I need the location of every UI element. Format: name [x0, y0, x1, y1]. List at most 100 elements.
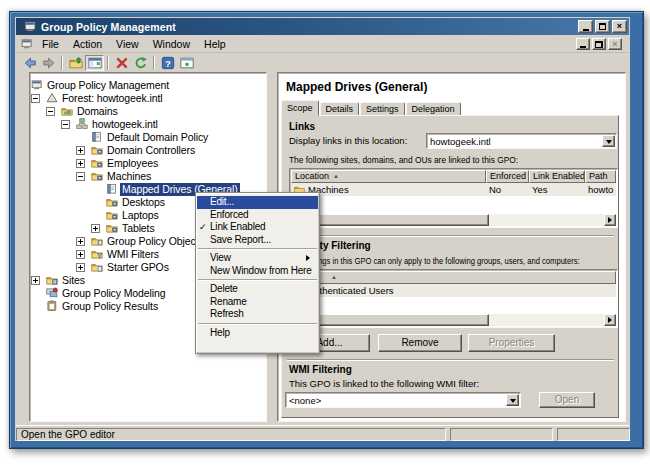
tree-item-label[interactable]: Laptops	[120, 209, 161, 222]
wmi-filter-combobox[interactable]: <none>	[285, 392, 521, 408]
tree-item-label[interactable]: Desktops	[120, 196, 167, 209]
remove-button[interactable]: Remove	[378, 334, 462, 352]
tree-expander-plus[interactable]	[76, 263, 85, 272]
column-header-location[interactable]: Location▲	[291, 170, 486, 183]
column-header-enforced[interactable]: Enforced	[486, 170, 529, 183]
scroll-right-button[interactable]	[604, 314, 616, 326]
tab-details[interactable]: Details	[320, 102, 360, 116]
tab-delegation[interactable]: Delegation	[406, 102, 461, 116]
status-section-3	[557, 428, 630, 441]
tree-item-label[interactable]: Domain Controllers	[105, 144, 197, 157]
context-menu-view[interactable]: View	[196, 252, 319, 265]
tree-item-label[interactable]: Employees	[105, 157, 160, 170]
tree-item-label[interactable]: Starter GPOs	[105, 261, 171, 274]
tree-item-label[interactable]: Tablets	[120, 222, 157, 235]
open-button[interactable]: Open	[539, 392, 595, 408]
security-list-header[interactable]: ▲	[291, 271, 616, 284]
tree-item-label[interactable]: Machines	[105, 170, 153, 183]
tree-expander-plus[interactable]	[76, 159, 85, 168]
toolbar-console-tree-toggle-icon[interactable]	[85, 55, 104, 71]
tree-expander-plus[interactable]	[76, 237, 85, 246]
tree-item-forest-howtogeek-intl[interactable]: Forest: howtogeek.intl	[30, 92, 266, 105]
location-combobox[interactable]: howtogeek.intl	[426, 133, 617, 149]
tree-expander-minus[interactable]	[31, 94, 40, 103]
tree-item-machines[interactable]: Machines	[30, 170, 266, 183]
links-list-hscrollbar[interactable]	[291, 214, 616, 226]
title-bar[interactable]: Group Policy Management ×	[16, 18, 629, 35]
links-list-header[interactable]: Location▲EnforcedLink EnabledPath	[291, 170, 616, 183]
context-menu-help[interactable]: Help	[196, 327, 319, 340]
security-listview[interactable]: ▲ Authenticated Users	[289, 269, 618, 328]
menu-file[interactable]: File	[35, 36, 66, 52]
tree-expander-minus[interactable]	[61, 120, 70, 129]
maximize-button[interactable]	[595, 20, 610, 33]
tree-expander-plus[interactable]	[76, 250, 85, 259]
column-header-link-enabled[interactable]: Link Enabled	[529, 170, 585, 183]
tab-scope[interactable]: Scope	[281, 100, 319, 116]
properties-button[interactable]: Properties	[468, 334, 555, 352]
toolbar-up-level-icon[interactable]	[66, 55, 85, 71]
tree-item-label[interactable]: Group Policy Modeling	[60, 287, 168, 300]
child-close-button[interactable]: ×	[608, 38, 622, 50]
menu-window[interactable]: Window	[146, 36, 197, 52]
location-combobox-dropdown-button[interactable]	[602, 135, 615, 147]
tree-item-label[interactable]: Group Policy Results	[60, 300, 160, 313]
tree-item-domain-controllers[interactable]: Domain Controllers	[30, 144, 266, 157]
menu-help[interactable]: Help	[197, 36, 233, 52]
tree-item-label[interactable]: WMI Filters	[105, 248, 161, 261]
minimize-button[interactable]	[578, 20, 593, 33]
context-menu-save-report[interactable]: Save Report...	[196, 234, 319, 247]
tree-expander-plus[interactable]	[76, 146, 85, 155]
menu-action[interactable]: Action	[66, 36, 109, 52]
context-menu-edit[interactable]: Edit...	[197, 196, 318, 209]
toolbar-forward-icon[interactable]	[39, 55, 58, 71]
wmi-filter-dropdown-button[interactable]	[506, 394, 519, 406]
tree-item-label[interactable]: Group Policy Objects	[105, 235, 206, 248]
security-list-hscrollbar[interactable]	[291, 314, 616, 326]
tree-item-howtogeek-intl[interactable]: howtogeek.intl	[30, 118, 266, 131]
child-restore-button[interactable]	[592, 38, 606, 50]
tree-item-employees[interactable]: Employees	[30, 157, 266, 170]
context-menu-link-enabled[interactable]: Link Enabled✓	[196, 221, 319, 234]
toolbar-help-icon[interactable]: ?	[158, 55, 177, 71]
group-policy-management-window: Group Policy Management × FileActionView…	[9, 11, 644, 449]
tree-item-domains[interactable]: Domains	[30, 105, 266, 118]
tree-item-label[interactable]: Group Policy Management	[45, 79, 171, 92]
context-menu-delete[interactable]: Delete	[196, 283, 319, 296]
toolbar-new-window-icon[interactable]	[177, 55, 196, 71]
tree-expander-plus[interactable]	[31, 276, 40, 285]
toolbar-refresh-icon[interactable]	[131, 55, 150, 71]
close-button[interactable]: ×	[612, 20, 627, 33]
security-list-row[interactable]: Authenticated Users	[291, 284, 616, 297]
status-bar: Open the GPO editor	[16, 425, 629, 442]
scroll-thumb[interactable]	[303, 214, 489, 226]
menu-view[interactable]: View	[109, 36, 146, 52]
context-menu-refresh[interactable]: Refresh	[196, 308, 319, 321]
domain-icon	[76, 118, 88, 130]
tree-item-label[interactable]: Default Domain Policy	[105, 131, 210, 144]
context-menu-new-window-from-here[interactable]: New Window from Here	[196, 265, 319, 278]
links-list-row[interactable]: MachinesNoYeshowto	[291, 183, 616, 196]
scroll-thumb[interactable]	[303, 314, 489, 326]
scroll-right-button[interactable]	[604, 214, 616, 226]
toolbar-delete-icon[interactable]	[112, 55, 131, 71]
context-menu-rename[interactable]: Rename	[196, 296, 319, 309]
svg-text:?: ?	[165, 57, 171, 68]
context-menu-enforced[interactable]: Enforced	[196, 209, 319, 222]
tree-item-label[interactable]: howtogeek.intl	[90, 118, 160, 131]
tree-expander-minus[interactable]	[46, 107, 55, 116]
tree-item-label[interactable]: Forest: howtogeek.intl	[60, 92, 165, 105]
column-header-path[interactable]: Path	[585, 170, 616, 183]
section-divider	[287, 359, 614, 361]
tree-item-default-domain-policy[interactable]: Default Domain Policy	[30, 131, 266, 144]
toolbar: ?	[16, 54, 629, 71]
toolbar-back-icon[interactable]	[20, 55, 39, 71]
tree-expander-minus[interactable]	[76, 172, 85, 181]
tree-expander-plus[interactable]	[91, 224, 100, 233]
links-listview[interactable]: Location▲EnforcedLink EnabledPath Machin…	[289, 168, 618, 228]
child-minimize-button[interactable]	[576, 38, 590, 50]
tree-item-label[interactable]: Sites	[60, 274, 87, 287]
tree-item-group-policy-management[interactable]: Group Policy Management	[30, 79, 266, 92]
tree-item-label[interactable]: Domains	[75, 105, 120, 118]
tab-settings[interactable]: Settings	[360, 102, 405, 116]
